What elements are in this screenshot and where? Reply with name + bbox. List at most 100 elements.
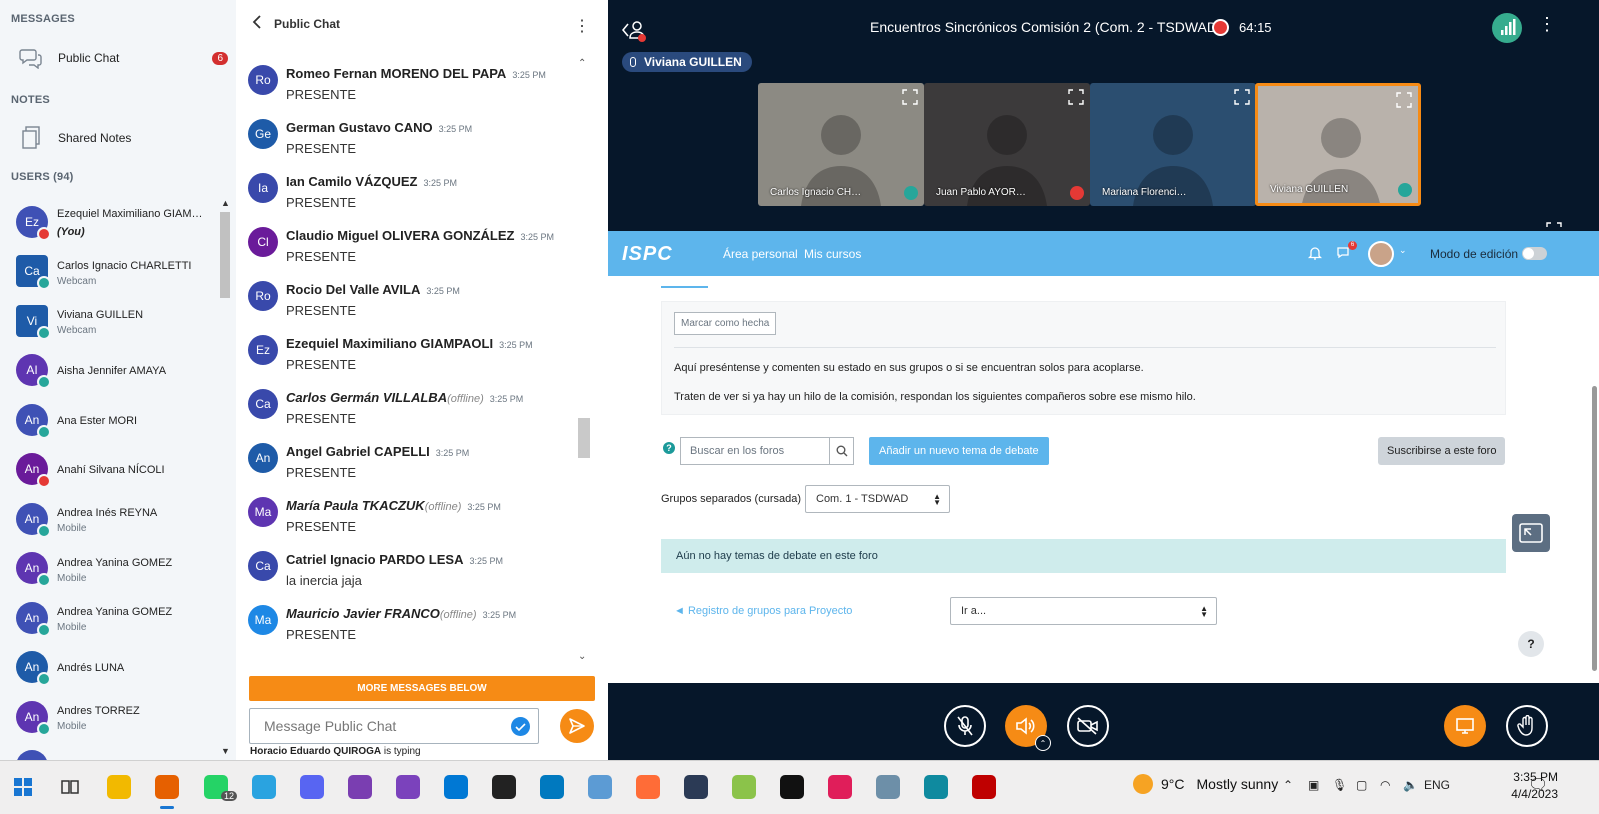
chat-options-icon[interactable]: ⋮ bbox=[574, 16, 590, 36]
scroll-thumb[interactable] bbox=[578, 418, 590, 458]
vscode-taskbar-button[interactable] bbox=[439, 770, 473, 804]
help-button[interactable]: ? bbox=[1518, 631, 1544, 657]
fullscreen-icon[interactable] bbox=[1396, 92, 1412, 108]
leave-audio-button[interactable]: ⌃ bbox=[1005, 705, 1051, 751]
virtualbox-taskbar-button[interactable] bbox=[583, 770, 617, 804]
presentation-toggle-button[interactable] bbox=[1444, 705, 1486, 747]
user-list-item[interactable]: AI Aisha Jennifer AMAYA bbox=[0, 346, 222, 396]
trello-taskbar-button[interactable] bbox=[535, 770, 569, 804]
user-list-item[interactable]: Ca Carlos Ignacio CHARLETTI Webcam bbox=[0, 247, 222, 297]
message-author: Claudio Miguel OLIVERA GONZÁLEZ bbox=[286, 228, 515, 243]
wifi-icon[interactable]: ◠ bbox=[1380, 778, 1390, 792]
mark-as-done-button[interactable]: Marcar como hecha bbox=[674, 312, 777, 335]
more-messages-below-button[interactable]: MORE MESSAGES BELOW bbox=[249, 676, 595, 701]
postman-taskbar-button[interactable] bbox=[631, 770, 665, 804]
user-list-item[interactable]: An Andrea Inés REYNA Mobile bbox=[0, 494, 222, 544]
telegram-taskbar-button[interactable] bbox=[247, 770, 281, 804]
add-new-topic-button[interactable]: Añadir un nuevo tema de debate bbox=[869, 437, 1049, 465]
webcam-tile[interactable]: Carlos Ignacio CH… bbox=[758, 83, 924, 206]
recording-icon[interactable] bbox=[1212, 19, 1229, 36]
webcam-username[interactable]: Viviana GUILLEN bbox=[1270, 184, 1348, 195]
task-view-button[interactable] bbox=[53, 770, 87, 804]
scroll-up-icon[interactable]: ⌃ bbox=[578, 58, 586, 69]
user-avatar[interactable] bbox=[1368, 241, 1394, 267]
notifications-icon[interactable]: 🗨 bbox=[1528, 775, 1548, 795]
users-scrollbar[interactable]: ▲ ▼ bbox=[218, 196, 232, 758]
filezilla-taskbar-button[interactable] bbox=[967, 770, 1001, 804]
message-input[interactable]: Message Public Chat bbox=[249, 708, 539, 744]
fullscreen-icon[interactable] bbox=[902, 89, 918, 105]
nav-link-mis-cursos[interactable]: Mis cursos bbox=[804, 247, 861, 261]
send-message-button[interactable] bbox=[560, 709, 594, 743]
user-list-item[interactable]: An Andrea Yanina GOMEZ Mobile bbox=[0, 593, 222, 643]
webcam-username[interactable]: Mariana Florenci… bbox=[1102, 187, 1186, 198]
terminal-taskbar-button[interactable] bbox=[679, 770, 713, 804]
microphone-tray-icon[interactable]: 🎙 bbox=[1332, 778, 1347, 792]
camera-tray-icon[interactable]: ▣ bbox=[1308, 778, 1319, 792]
search-button[interactable] bbox=[829, 437, 854, 465]
user-list-item[interactable]: Vi Viviana GUILLEN Webcam bbox=[0, 296, 222, 346]
minimize-presentation-button[interactable] bbox=[1512, 514, 1550, 552]
groups-select[interactable]: Com. 1 - TSDWAD ▲ ▼ bbox=[805, 485, 950, 513]
paint-taskbar-button[interactable] bbox=[727, 770, 761, 804]
webcam-tile[interactable]: Juan Pablo AYOR… bbox=[924, 83, 1090, 206]
chat-scrollbar[interactable]: ⌃ ⌄ bbox=[574, 58, 592, 662]
raise-hand-button[interactable] bbox=[1506, 705, 1548, 747]
help-icon[interactable]: ? bbox=[663, 442, 675, 454]
share-webcam-button[interactable] bbox=[1067, 705, 1109, 747]
message-time: 3:25 PM bbox=[499, 340, 533, 350]
start-button[interactable] bbox=[6, 770, 40, 804]
message-avatar: Ca bbox=[248, 551, 278, 581]
jump-to-select[interactable]: Ir a... ▲ ▼ bbox=[950, 597, 1217, 625]
chevron-up-icon[interactable]: ⌃ bbox=[1035, 735, 1051, 751]
file-explorer-taskbar-button[interactable] bbox=[102, 770, 136, 804]
notion-taskbar-button[interactable] bbox=[775, 770, 809, 804]
subscribe-forum-button[interactable]: Suscribirse a este foro bbox=[1378, 437, 1506, 465]
user-list-item[interactable]: An Ana Ester MORI bbox=[0, 395, 222, 445]
webcam-username[interactable]: Juan Pablo AYOR… bbox=[936, 187, 1026, 198]
scroll-up-icon[interactable]: ▲ bbox=[221, 198, 230, 208]
screen-share-tray-icon[interactable]: ▢ bbox=[1356, 778, 1367, 792]
shared-notes-nav-item[interactable]: Shared Notes bbox=[0, 118, 236, 158]
page-scrollbar[interactable] bbox=[1592, 386, 1597, 671]
previous-activity-link[interactable]: ◄ Registro de grupos para Proyecto bbox=[674, 605, 852, 617]
options-menu-icon[interactable]: ⋮ bbox=[1538, 14, 1556, 35]
show-hidden-icons-chevron-icon[interactable]: ⌃ bbox=[1283, 778, 1293, 792]
back-chevron-icon[interactable] bbox=[252, 14, 262, 34]
user-list-toggle-icon[interactable] bbox=[621, 18, 646, 42]
scroll-down-icon[interactable]: ⌄ bbox=[578, 651, 586, 662]
webcam-tile[interactable]: Viviana GUILLEN bbox=[1255, 83, 1421, 206]
weather-widget[interactable]: 9°C Mostly sunny bbox=[1133, 774, 1278, 794]
visual-studio-taskbar-button[interactable] bbox=[391, 770, 425, 804]
slack-taskbar-button[interactable] bbox=[823, 770, 857, 804]
volume-icon[interactable]: 🔈 bbox=[1403, 778, 1418, 792]
public-chat-nav-item[interactable]: Public Chat 6 bbox=[0, 38, 236, 78]
photos-taskbar-button[interactable] bbox=[871, 770, 905, 804]
intellij-taskbar-button[interactable] bbox=[487, 770, 521, 804]
whatsapp-taskbar-button[interactable]: 12 bbox=[199, 770, 237, 804]
user-list-item[interactable]: An Andres TORREZ Mobile bbox=[0, 692, 222, 742]
discord-taskbar-button[interactable] bbox=[295, 770, 329, 804]
fullscreen-icon[interactable] bbox=[1068, 89, 1084, 105]
scroll-thumb[interactable] bbox=[220, 212, 230, 298]
bell-icon[interactable] bbox=[1307, 245, 1323, 261]
firefox-taskbar-button[interactable] bbox=[150, 770, 184, 809]
edge-taskbar-button[interactable] bbox=[919, 770, 953, 804]
webcam-tile[interactable]: Mariana Florenci… bbox=[1090, 83, 1256, 206]
chevron-down-icon[interactable]: ⌄ bbox=[1399, 245, 1407, 256]
user-list-item[interactable]: An Anahí Silvana NÍCOLI bbox=[0, 445, 222, 495]
unmute-mic-button[interactable] bbox=[944, 705, 986, 747]
search-forums-input[interactable]: Buscar en los foros bbox=[680, 437, 829, 465]
user-list-item[interactable]: Ez Ezequiel Maximiliano GIAM… (You) bbox=[0, 197, 222, 247]
user-list-item[interactable]: An Andrea Yanina GOMEZ Mobile bbox=[0, 544, 222, 594]
fullscreen-icon[interactable] bbox=[1234, 89, 1250, 105]
webcam-username[interactable]: Carlos Ignacio CH… bbox=[770, 187, 861, 198]
edit-mode-toggle[interactable] bbox=[1522, 247, 1547, 260]
nav-link-area-personal[interactable]: Área personal bbox=[723, 247, 798, 261]
github-taskbar-button[interactable] bbox=[343, 770, 377, 804]
connection-status-button[interactable] bbox=[1492, 13, 1522, 43]
scroll-down-icon[interactable]: ▼ bbox=[221, 746, 230, 756]
user-list-item[interactable]: An Andrés LUNA bbox=[0, 643, 222, 693]
site-logo[interactable]: ISPC bbox=[622, 243, 673, 266]
input-language[interactable]: ENG bbox=[1424, 778, 1450, 792]
